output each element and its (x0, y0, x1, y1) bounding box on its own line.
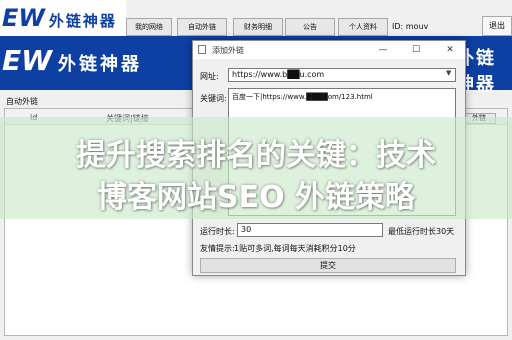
tab-auto-links[interactable]: 自动外链 (177, 18, 227, 36)
group-title: 自动外链 (6, 97, 38, 106)
close-icon[interactable]: ✕ (442, 43, 458, 57)
tab-my-network[interactable]: 我的网络 (126, 18, 172, 36)
keyword-label: 关键词: (200, 94, 227, 103)
url-select[interactable]: https://www.b██u.com (228, 68, 456, 82)
overlay-title-line2: 博客网站SEO 外链策略 (96, 180, 416, 215)
tab-profile[interactable]: 个人资料 (338, 18, 388, 36)
app-logo: EW 外链神器 (2, 4, 117, 32)
dialog-title: 添加外链 (212, 46, 244, 55)
url-label: 网址: (200, 72, 219, 81)
submit-button[interactable]: 提交 (200, 258, 456, 273)
banner-logo: EW 外链神器 (2, 44, 143, 77)
overlay-title-line1: 提升搜索排名的关键：技术 (76, 138, 436, 173)
tip-label: 友情提示: (200, 244, 235, 253)
chevron-down-icon[interactable]: ▼ (446, 69, 451, 77)
run-time-hint: 最低运行时长30天 (388, 227, 455, 236)
tab-finance[interactable]: 财务明细 (233, 18, 283, 36)
tab-announcements[interactable]: 公告 (285, 18, 335, 36)
run-time-input[interactable]: 30 (237, 223, 383, 237)
user-id-label: ID: mouv (392, 22, 429, 31)
window-icon (198, 45, 206, 54)
maximize-icon[interactable]: ☐ (408, 43, 424, 57)
minimize-icon[interactable]: — (375, 43, 391, 57)
run-time-label: 运行时长: (200, 227, 235, 236)
exit-button[interactable]: 退出 (482, 16, 512, 36)
tip-text: 1贴可多词,每词每天消耗积分10分 (234, 244, 356, 253)
